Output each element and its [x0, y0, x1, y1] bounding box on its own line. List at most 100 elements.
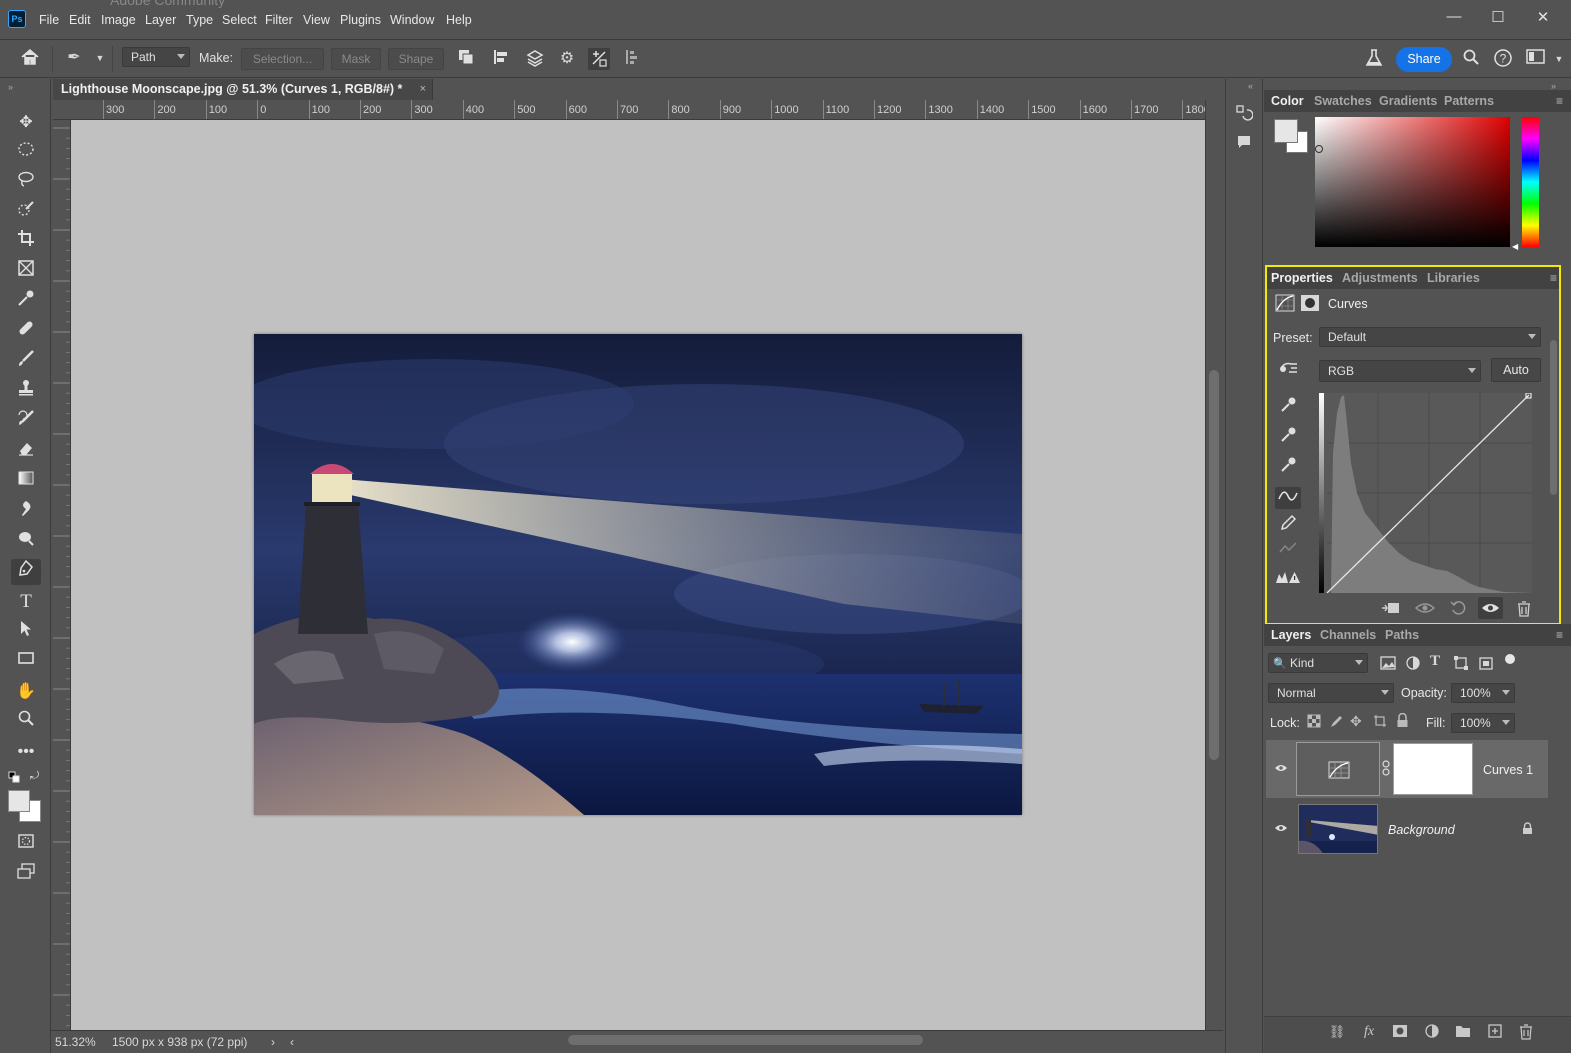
- new-layer-icon[interactable]: [1484, 1024, 1506, 1042]
- foreground-color-swatch[interactable]: [8, 790, 30, 812]
- tab-patterns[interactable]: Patterns: [1444, 94, 1494, 108]
- path-selection-tool-icon[interactable]: [11, 619, 41, 645]
- layer-filter-kind-dropdown[interactable]: 🔍 Kind: [1268, 653, 1368, 673]
- hue-slider[interactable]: [1522, 117, 1539, 247]
- add-mask-icon[interactable]: [1389, 1024, 1411, 1042]
- scroll-left-arrow[interactable]: ‹: [290, 1032, 294, 1052]
- marquee-tool-icon[interactable]: [11, 140, 41, 166]
- layer-mask-icon[interactable]: [1300, 294, 1320, 312]
- screen-mode-icon[interactable]: [11, 862, 41, 888]
- color-picker-cursor[interactable]: [1315, 145, 1323, 153]
- dodge-tool-icon[interactable]: [11, 529, 41, 555]
- tab-channels[interactable]: Channels: [1320, 628, 1376, 642]
- menu-window[interactable]: Window: [390, 13, 434, 27]
- home-icon[interactable]: [19, 47, 41, 69]
- chevron-down-icon[interactable]: ▼: [1552, 48, 1566, 70]
- quick-mask-icon[interactable]: [11, 832, 41, 858]
- zoom-tool-icon[interactable]: [11, 709, 41, 735]
- panel-menu-icon[interactable]: ≡: [1556, 94, 1563, 108]
- tab-swatches[interactable]: Swatches: [1314, 94, 1372, 108]
- path-operations-icon[interactable]: [455, 48, 477, 70]
- minimize-button[interactable]: —: [1443, 8, 1465, 26]
- rectangle-tool-icon[interactable]: [11, 649, 41, 675]
- filter-adjustment-layers-icon[interactable]: [1405, 655, 1421, 671]
- preset-dropdown[interactable]: Default: [1319, 327, 1541, 347]
- brush-tool-icon[interactable]: [11, 349, 41, 375]
- search-icon[interactable]: [1460, 48, 1482, 70]
- vertical-scroll-thumb[interactable]: [1209, 370, 1219, 760]
- history-icon[interactable]: [1235, 104, 1254, 122]
- lock-all-icon[interactable]: [1396, 712, 1409, 728]
- layer-mask-thumbnail[interactable]: [1393, 743, 1473, 795]
- lock-image-pixels-icon[interactable]: [1329, 714, 1343, 728]
- gear-icon[interactable]: ⚙: [556, 48, 578, 70]
- auto-button[interactable]: Auto: [1491, 358, 1541, 382]
- flask-icon[interactable]: [1363, 48, 1385, 70]
- gray-point-eyedropper-icon[interactable]: [1275, 426, 1301, 448]
- delete-layer-icon[interactable]: [1515, 1024, 1537, 1042]
- tab-color[interactable]: Color: [1271, 94, 1304, 108]
- channel-dropdown[interactable]: RGB: [1319, 360, 1481, 382]
- default-colors-icon[interactable]: [8, 771, 20, 783]
- saturation-brightness-field[interactable]: [1315, 117, 1510, 247]
- new-adjustment-layer-icon[interactable]: [1421, 1024, 1443, 1042]
- menu-filter[interactable]: Filter: [265, 13, 293, 27]
- layer-row-curves[interactable]: Curves 1: [1266, 740, 1548, 798]
- draw-curve-pencil-icon[interactable]: [1275, 514, 1301, 536]
- blend-mode-dropdown[interactable]: Normal: [1268, 683, 1394, 703]
- document-tab[interactable]: Lighthouse Moonscape.jpg @ 51.3% (Curves…: [53, 79, 433, 100]
- eye-icon[interactable]: [1274, 822, 1288, 836]
- panel-menu-icon[interactable]: ≡: [1556, 628, 1563, 642]
- share-button[interactable]: Share: [1396, 47, 1452, 72]
- targeted-adjustment-icon[interactable]: [1275, 359, 1301, 381]
- menu-edit[interactable]: Edit: [69, 13, 91, 27]
- make-mask-button[interactable]: Mask: [331, 48, 381, 70]
- collapse-toolbar-icon[interactable]: »: [8, 82, 13, 92]
- filter-pixel-layers-icon[interactable]: [1380, 655, 1396, 671]
- curves-layer-thumbnail[interactable]: [1296, 742, 1380, 796]
- link-layers-icon[interactable]: ⛓: [1326, 1024, 1348, 1042]
- lock-transparent-pixels-icon[interactable]: [1307, 714, 1321, 728]
- properties-scrollbar-thumb[interactable]: [1550, 340, 1557, 495]
- filter-toggle-icon[interactable]: [1505, 654, 1515, 664]
- object-selection-tool-icon[interactable]: [11, 200, 41, 226]
- lasso-tool-icon[interactable]: [11, 170, 41, 196]
- close-tab-icon[interactable]: ×: [420, 79, 426, 100]
- menu-file[interactable]: File: [39, 13, 59, 27]
- align-edges-icon[interactable]: [622, 48, 644, 70]
- edit-points-curve-icon[interactable]: [1275, 487, 1301, 509]
- frame-tool-icon[interactable]: [11, 259, 41, 285]
- pen-tool-icon[interactable]: [11, 559, 41, 585]
- tab-paths[interactable]: Paths: [1385, 628, 1419, 642]
- layer-name-background[interactable]: Background: [1388, 823, 1455, 837]
- layer-row-background[interactable]: Background: [1266, 800, 1548, 858]
- swap-colors-icon[interactable]: ⤾: [30, 770, 39, 783]
- tab-layers[interactable]: Layers: [1271, 628, 1311, 642]
- filter-shape-layers-icon[interactable]: [1453, 655, 1469, 671]
- blur-tool-icon[interactable]: [11, 499, 41, 525]
- opacity-field[interactable]: 100%: [1451, 683, 1515, 703]
- eraser-tool-icon[interactable]: [11, 439, 41, 465]
- maximize-button[interactable]: ☐: [1487, 8, 1509, 26]
- pen-tool-preset-icon[interactable]: ✒: [63, 47, 85, 69]
- eye-icon[interactable]: [1274, 762, 1288, 776]
- filter-smart-objects-icon[interactable]: [1478, 655, 1494, 671]
- eyedropper-tool-icon[interactable]: [11, 289, 41, 315]
- toggle-visibility-icon[interactable]: [1478, 597, 1503, 619]
- hue-slider-handle[interactable]: ◀: [1512, 242, 1518, 251]
- clipping-warning-icon[interactable]: [1275, 569, 1301, 591]
- smooth-curve-icon[interactable]: [1275, 540, 1301, 562]
- make-shape-button[interactable]: Shape: [388, 48, 444, 70]
- path-arrangement-icon[interactable]: [524, 48, 546, 70]
- background-layer-thumbnail[interactable]: [1298, 804, 1378, 854]
- clip-to-layer-icon[interactable]: [1380, 600, 1402, 618]
- black-point-eyedropper-icon[interactable]: [1275, 396, 1301, 418]
- menu-plugins[interactable]: Plugins: [340, 13, 381, 27]
- path-mode-dropdown[interactable]: Path: [122, 47, 190, 67]
- clone-stamp-tool-icon[interactable]: [11, 379, 41, 405]
- help-icon[interactable]: ?: [1492, 48, 1514, 70]
- menu-type[interactable]: Type: [186, 13, 213, 27]
- menu-view[interactable]: View: [303, 13, 330, 27]
- menu-image[interactable]: Image: [101, 13, 136, 27]
- color-panel-foreground-swatch[interactable]: [1274, 119, 1298, 143]
